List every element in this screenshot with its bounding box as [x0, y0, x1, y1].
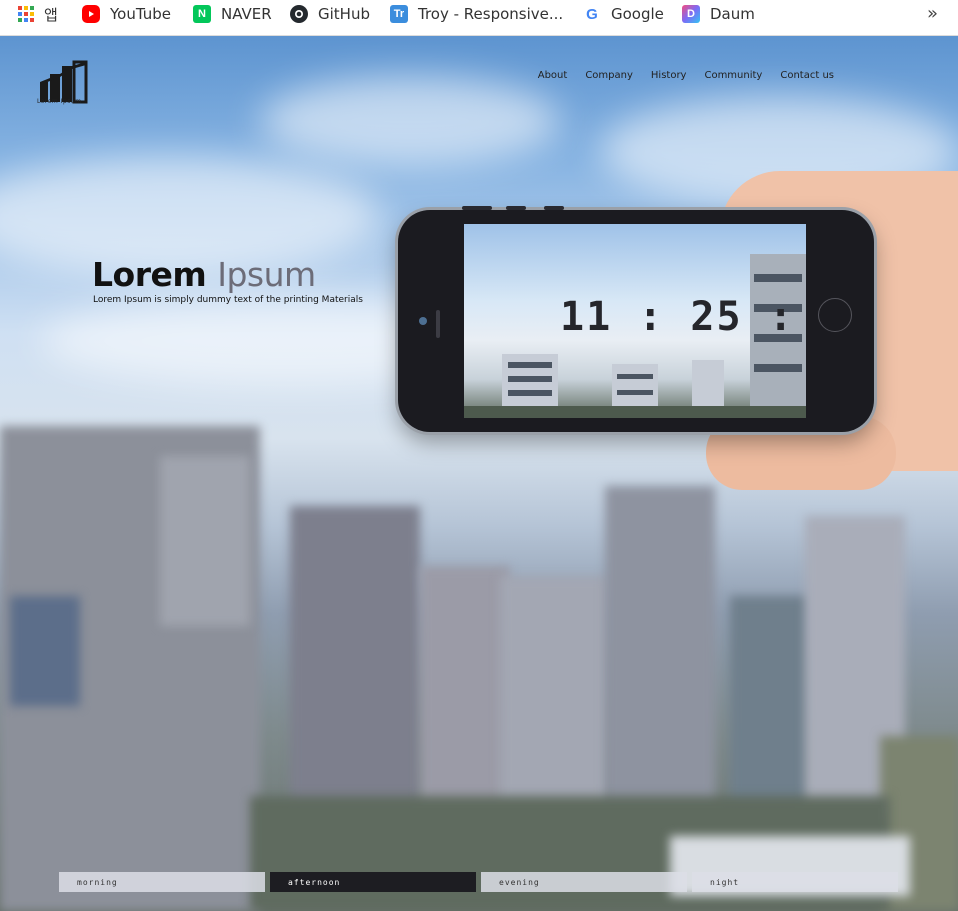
background-building	[290, 506, 420, 806]
bookmarks-bar: 앱 YouTube N NAVER GitHub Tr Troy - Respo…	[0, 0, 958, 36]
screen-ground	[464, 406, 806, 418]
nav-history[interactable]: History	[651, 70, 687, 81]
bookmark-google[interactable]: G Google	[583, 0, 664, 28]
apps-grid-icon	[18, 6, 34, 22]
hero-title-bold: Lorem	[92, 255, 207, 294]
tab-night[interactable]: night	[692, 872, 898, 892]
home-button	[818, 298, 852, 332]
bookmark-label: YouTube	[110, 5, 171, 23]
nav-company[interactable]: Company	[585, 70, 633, 81]
nav-community[interactable]: Community	[704, 70, 762, 81]
logo-text: Lorem Ipsum	[37, 98, 82, 105]
main-nav: About Company History Community Contact …	[538, 70, 834, 81]
bookmark-daum[interactable]: D Daum	[682, 0, 755, 28]
hero-subtitle: Lorem Ipsum is simply dummy text of the …	[93, 295, 363, 305]
troy-icon: Tr	[390, 5, 408, 23]
phone-screen: 11 : 25 : 07	[464, 224, 806, 418]
bookmark-label: 앱	[44, 5, 58, 24]
background-building	[160, 456, 250, 626]
tab-morning[interactable]: morning	[59, 872, 265, 892]
phone-button	[506, 206, 526, 210]
phone-speaker	[436, 310, 440, 338]
daum-icon: D	[682, 5, 700, 23]
bookmark-label: GitHub	[318, 5, 370, 23]
tab-afternoon[interactable]: afternoon	[270, 872, 476, 892]
bookmark-label: Troy - Responsive...	[418, 5, 564, 23]
nav-about[interactable]: About	[538, 70, 568, 81]
background-building	[500, 576, 610, 826]
background-building	[605, 486, 715, 816]
google-icon: G	[583, 5, 601, 23]
bookmark-troy[interactable]: Tr Troy - Responsive...	[390, 0, 563, 28]
phone-button	[544, 206, 564, 210]
bookmark-naver[interactable]: N NAVER	[193, 0, 272, 28]
bookmark-apps[interactable]: 앱	[18, 0, 58, 28]
hero-title-light: Ipsum	[217, 255, 316, 294]
background-building	[10, 596, 80, 706]
time-tabs: morning afternoon evening night	[59, 872, 898, 892]
bookmark-youtube[interactable]: YouTube	[82, 0, 171, 28]
phone-button	[462, 206, 492, 210]
bookmark-github[interactable]: GitHub	[290, 0, 370, 28]
bookmark-label: NAVER	[221, 5, 272, 23]
background-building	[420, 566, 510, 826]
background-building	[730, 596, 810, 816]
clock-display: 11 : 25 : 07	[560, 294, 806, 340]
hero-title: Lorem Ipsum	[92, 255, 316, 294]
hero-section: Lorem Ipsum About Company History Commun…	[0, 36, 958, 911]
nav-contact[interactable]: Contact us	[780, 70, 834, 81]
more-bookmarks-chevron-icon[interactable]: »	[927, 3, 938, 24]
phone-mockup: 11 : 25 : 07	[398, 206, 874, 432]
bookmark-label: Google	[611, 5, 664, 23]
cloud-decoration	[260, 76, 560, 166]
camera-icon	[419, 317, 427, 325]
bookmark-label: Daum	[710, 5, 755, 23]
github-icon	[290, 5, 308, 23]
youtube-icon	[82, 5, 100, 23]
naver-icon: N	[193, 5, 211, 23]
tab-evening[interactable]: evening	[481, 872, 687, 892]
